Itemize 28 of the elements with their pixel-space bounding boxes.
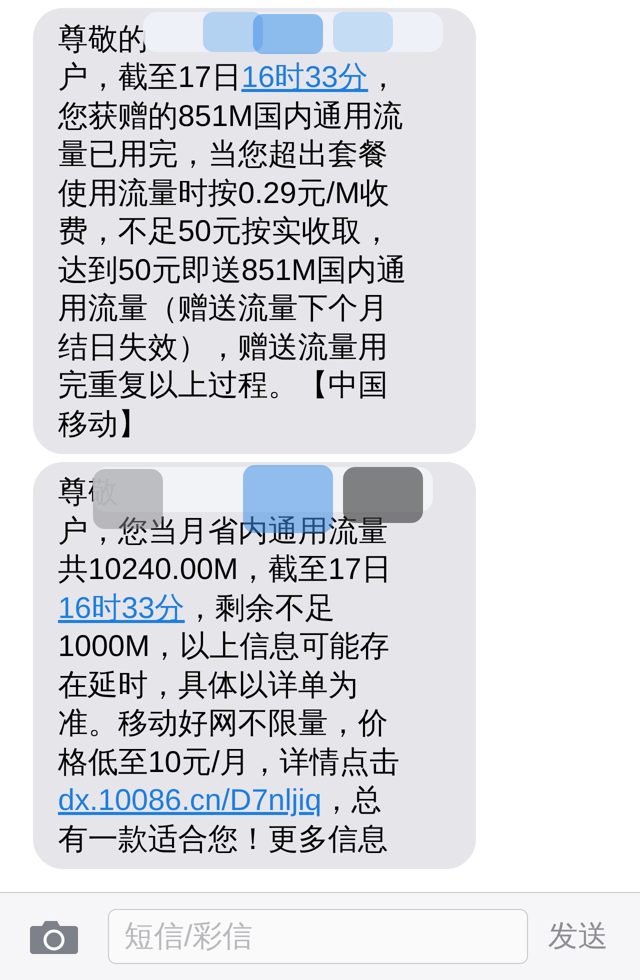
message-text: 结日失效），赠送流量用 — [58, 330, 388, 366]
message-text: ， — [368, 60, 398, 96]
message-text: 准。移动好网不限量，价 — [58, 706, 388, 742]
message-text: 用流量（赠送流量下个月 — [58, 291, 388, 328]
message-text: 户，您当月省内通用流量 — [58, 514, 388, 550]
message-text: 使用流量时按0.29元/M收 — [58, 176, 390, 212]
message-text: 完重复以上过程。【中国 — [58, 368, 388, 404]
message-text: 您获赠的851M国内通用流 — [58, 98, 404, 135]
message-link[interactable]: 16时33分 — [58, 586, 185, 631]
message-text: ，总 — [322, 783, 382, 820]
message-text: 达到50元即送851M国内通 — [58, 252, 406, 289]
message-link[interactable]: dx.10086.cn/D7nljiq — [58, 778, 322, 824]
message-text: 共10240.00M，截至17日 — [58, 552, 392, 588]
message-text: 格低至10元/月，详情点击 — [58, 744, 400, 781]
message-text: 尊敬 — [58, 475, 118, 512]
message-text: 量已用完，当您超出套餐 — [58, 137, 388, 174]
message-input-field[interactable]: 短信/彩信 — [108, 909, 528, 964]
message-link[interactable]: 16时33分 — [241, 55, 368, 100]
message-text: 1000M，以上信息可能存 — [58, 629, 390, 666]
message-text: 户，截至17日 — [58, 60, 242, 96]
camera-icon[interactable] — [30, 920, 78, 954]
message-text: 移动】 — [58, 406, 148, 443]
message-text: ，剩余不足 — [184, 590, 335, 627]
message-text: 有一款适合您！更多信息 — [58, 822, 388, 858]
message-text: 尊敬的 — [58, 22, 148, 58]
message-text: 在延时，具体以详单为 — [58, 668, 358, 704]
send-button[interactable]: 发送 — [548, 914, 608, 959]
message-text: 费，不足50元按实收取， — [58, 214, 392, 250]
